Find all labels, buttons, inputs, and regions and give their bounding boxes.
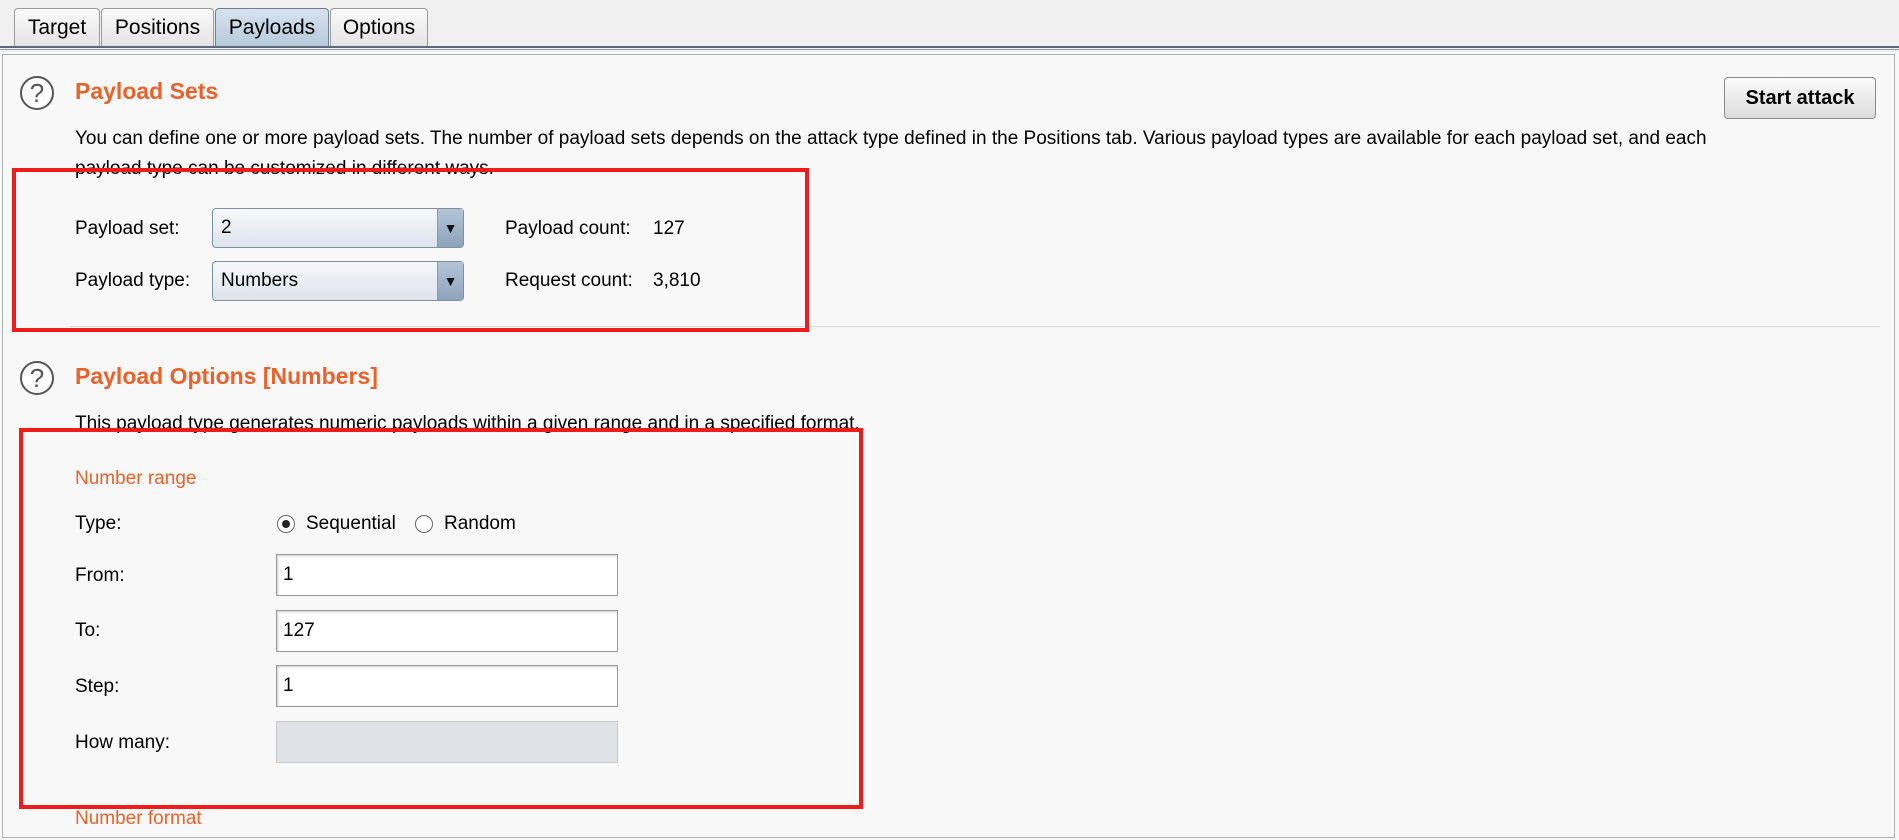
help-icon[interactable]: ?: [20, 76, 54, 110]
start-attack-button[interactable]: Start attack: [1724, 77, 1876, 119]
payload-options-heading: Payload Options [Numbers]: [75, 363, 378, 389]
tab-bar: Target Positions Payloads Options: [0, 0, 1899, 52]
number-format-heading: Number format: [75, 808, 202, 829]
help-icon[interactable]: ?: [20, 361, 54, 395]
tab-positions[interactable]: Positions: [101, 8, 214, 46]
payload-sets-heading: Payload Sets: [75, 78, 219, 104]
annotation-box-number-range: [19, 428, 863, 809]
tab-target[interactable]: Target: [14, 8, 100, 46]
tab-options[interactable]: Options: [330, 8, 428, 46]
tab-divider: [0, 46, 1899, 48]
tab-payloads[interactable]: Payloads: [215, 8, 329, 46]
annotation-box-payload-sets: [12, 168, 809, 332]
tab-divider-shadow: [0, 49, 1899, 50]
